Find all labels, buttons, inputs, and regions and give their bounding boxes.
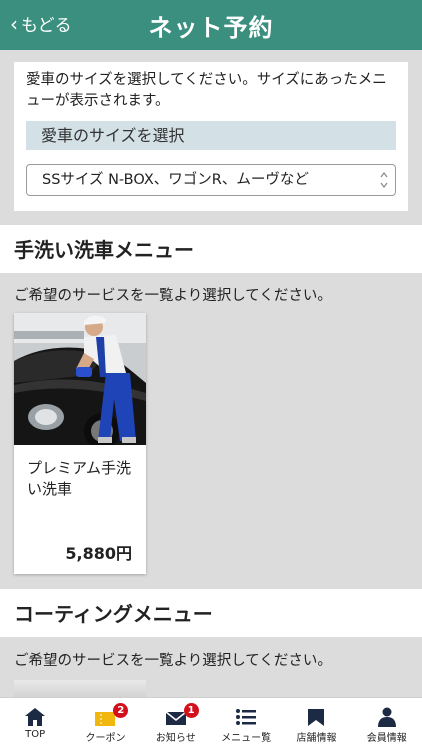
menu-item-name: プレミアム手洗い洗車 (27, 459, 131, 498)
section-description: ご希望のサービスを一覧より選択してください。 (14, 288, 332, 304)
select-arrows-icon (379, 169, 389, 191)
tab-label: TOP (25, 729, 46, 740)
news-badge: 1 (183, 703, 199, 718)
coupon-badge: 2 (113, 703, 129, 718)
page-title: ネット予約 (148, 14, 274, 42)
size-select[interactable]: SSサイズ N-BOX、ワゴンR、ムーヴなど (26, 164, 396, 196)
size-heading: 愛車のサイズを選択 (26, 121, 396, 150)
bottom-tab-bar: TOP 2 クーポン 1 お知らせ メニュー覧 店舗情報 会員情報 (0, 697, 422, 750)
tab-store[interactable]: 店舗情報 (281, 698, 351, 750)
section-title: コーティングメニュー (14, 602, 213, 626)
size-select-value: SSサイズ N-BOX、ワゴンR、ムーヴなど (42, 172, 309, 188)
menu-card[interactable]: プレミアム手洗い洗車 5,880円 (14, 313, 146, 574)
tab-menu-list[interactable]: メニュー覧 (211, 698, 281, 750)
section-description: ご希望のサービスを一覧より選択してください。 (14, 653, 332, 669)
section-header-hand-wash: 手洗い洗車メニュー (0, 225, 422, 273)
tab-coupon[interactable]: 2 クーポン (70, 698, 140, 750)
size-selector-card: 愛車のサイズを選択してください。サイズにあったメニューが表示されます。 愛車のサ… (14, 62, 408, 211)
section-header-coating: コーティングメニュー (0, 589, 422, 637)
tab-member[interactable]: 会員情報 (352, 698, 422, 750)
menu-list-icon (235, 707, 257, 727)
tab-news[interactable]: 1 お知らせ (141, 698, 211, 750)
size-description: 愛車のサイズを選択してください。サイズにあったメニューが表示されます。 (26, 72, 387, 109)
person-icon (376, 707, 398, 727)
home-icon (24, 707, 46, 727)
tab-label: メニュー覧 (221, 733, 272, 744)
tab-label: お知らせ (155, 733, 196, 744)
section-title: 手洗い洗車メニュー (14, 238, 194, 262)
tab-label: 店舗情報 (296, 733, 337, 744)
menu-item-price: 5,880円 (65, 544, 132, 563)
app-header: ‹ もどる ネット予約 (0, 0, 422, 50)
tab-top[interactable]: TOP (0, 698, 70, 750)
store-icon (305, 707, 327, 727)
car-wash-photo (14, 313, 146, 445)
tab-label: 会員情報 (366, 733, 407, 744)
tab-label: クーポン (85, 733, 126, 744)
